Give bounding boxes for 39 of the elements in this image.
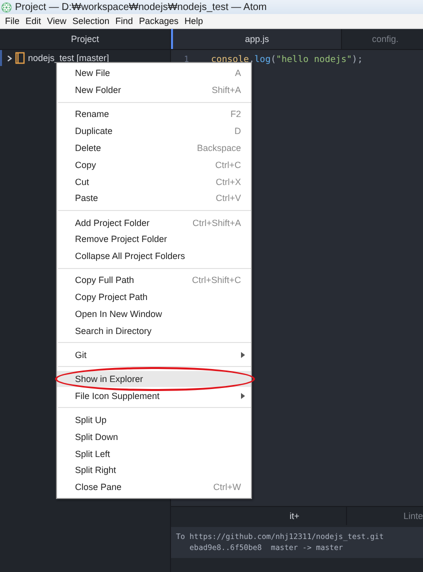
menu-item[interactable]: Packages bbox=[136, 16, 182, 26]
menu-item[interactable]: Copy Full Path Ctrl+Shift+C bbox=[57, 272, 251, 289]
menu-item[interactable]: Open In New Window bbox=[57, 305, 251, 322]
menu-item[interactable]: Remove Project Folder bbox=[57, 230, 251, 248]
menu-item[interactable]: Search in Directory bbox=[57, 322, 251, 340]
menu-item[interactable]: Split Down bbox=[57, 428, 251, 446]
menu-item[interactable]: Copy Ctrl+C bbox=[57, 156, 251, 174]
menu-item[interactable]: Collapse All Project Folders bbox=[57, 248, 251, 265]
chevron-icon[interactable] bbox=[7, 54, 12, 62]
folder-name[interactable]: nodejs_test [master] bbox=[28, 53, 110, 63]
menu-item[interactable]: Rename F2 bbox=[57, 106, 251, 123]
book-icon bbox=[15, 52, 25, 64]
menu-item[interactable]: View bbox=[44, 16, 70, 26]
panel-tab[interactable]: Project bbox=[70, 34, 99, 44]
editor-tab[interactable]: app.js bbox=[171, 29, 341, 49]
menu-item[interactable]: Git bbox=[57, 346, 251, 364]
menu-item[interactable]: Duplicate D bbox=[57, 122, 251, 140]
menu-item[interactable]: Copy Project Path bbox=[57, 288, 251, 306]
panel-tab[interactable]: it+ bbox=[171, 507, 347, 525]
menu-item[interactable]: File bbox=[2, 16, 23, 26]
menu-item[interactable]: Split Right bbox=[57, 462, 251, 479]
code-line: console.log("hello nodejs"); bbox=[211, 55, 363, 65]
menu-item[interactable]: Split Left bbox=[57, 445, 251, 462]
menu-item[interactable]: New File A bbox=[57, 65, 251, 82]
window-title: Project — D:₩workspace₩nodejs₩nodejs_test — Atom bbox=[15, 2, 267, 12]
menu-item[interactable]: Edit bbox=[22, 16, 44, 26]
menu-item[interactable]: Paste Ctrl+V bbox=[57, 190, 251, 207]
line-number: 1 bbox=[182, 55, 189, 65]
menu-item[interactable]: Selection bbox=[69, 16, 112, 26]
menu-item[interactable]: Split Up bbox=[57, 412, 251, 428]
panel-tab[interactable]: Linte bbox=[347, 507, 423, 525]
menu-item[interactable]: Cut Ctrl+X bbox=[57, 173, 251, 190]
menu-item[interactable]: Close Pane Ctrl+W bbox=[57, 478, 251, 496]
menu-item[interactable]: File Icon Supplement bbox=[57, 387, 251, 404]
menu-item[interactable]: Help bbox=[181, 16, 206, 26]
menu-item[interactable]: Find bbox=[112, 16, 136, 26]
menu-item[interactable]: Delete Backspace bbox=[57, 140, 251, 156]
menu-item[interactable]: Add Project Folder Ctrl+Shift+A bbox=[57, 214, 251, 231]
menu-item[interactable]: New Folder Shift+A bbox=[57, 82, 251, 99]
